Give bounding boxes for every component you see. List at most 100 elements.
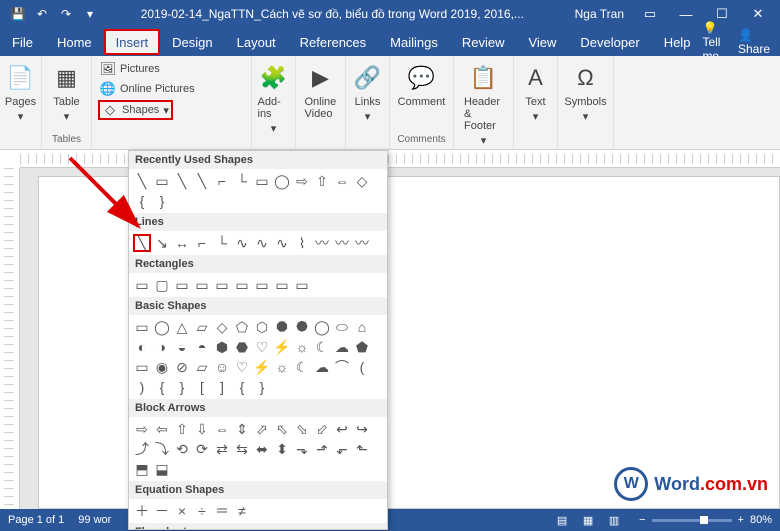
shape-a16[interactable]: ⟳ (193, 440, 211, 458)
online-video-button[interactable]: ▶ Online Video (301, 60, 341, 122)
shape-curve3[interactable]: ∿ (273, 234, 291, 252)
shape-a25[interactable]: ⬒ (133, 460, 151, 478)
shape-b6[interactable]: ⬠ (233, 318, 251, 336)
shape-r1[interactable]: ▭ (133, 276, 151, 294)
shape-a4[interactable]: ⇩ (193, 420, 211, 438)
shape-a6[interactable]: ⇕ (233, 420, 251, 438)
tab-layout[interactable]: Layout (225, 28, 288, 56)
links-button[interactable]: 🔗 Links▾ (348, 60, 388, 125)
shape-b38[interactable]: { (153, 378, 171, 396)
shape-r9[interactable]: ▭ (293, 276, 311, 294)
shape-line-arrow[interactable]: ↘ (153, 234, 171, 252)
shape-a3[interactable]: ⇧ (173, 420, 191, 438)
tab-help[interactable]: Help (652, 28, 703, 56)
shape-b17[interactable]: ⬢ (213, 338, 231, 356)
shape-a13[interactable]: ⤴ (133, 440, 151, 458)
shape-curve2[interactable]: ∿ (253, 234, 271, 252)
shape-b40[interactable]: [ (193, 378, 211, 396)
pages-button[interactable]: 📄 Pages▾ (1, 60, 41, 125)
shape-r3[interactable]: ▭ (173, 276, 191, 294)
shape-curve[interactable]: ∿ (233, 234, 251, 252)
shape-b9[interactable]: ⯄ (293, 318, 311, 336)
shape-rect[interactable]: ▭ (253, 172, 271, 190)
zoom-in-icon[interactable]: + (738, 514, 744, 526)
shape-a8[interactable]: ⬁ (273, 420, 291, 438)
shape-b36[interactable]: ( (353, 358, 371, 376)
share-button[interactable]: 👤 Share (738, 28, 770, 56)
shape-b22[interactable]: ☾ (313, 338, 331, 356)
online-pictures-button[interactable]: 🌐Online Pictures (98, 80, 197, 98)
shape-a7[interactable]: ⬀ (253, 420, 271, 438)
shapes-button[interactable]: ◇Shapes ▾ (98, 100, 173, 120)
shape-arrow-r[interactable]: ⇨ (293, 172, 311, 190)
shape-b15[interactable]: ◒ (173, 338, 191, 356)
shape-b30[interactable]: ♡ (233, 358, 251, 376)
shape-e3[interactable]: × (173, 502, 191, 520)
shape-b24[interactable]: ⬟ (353, 338, 371, 356)
qat-dropdown-icon[interactable]: ▾ (82, 7, 98, 21)
shape-line2[interactable]: ╲ (173, 172, 191, 190)
shape-b20[interactable]: ⚡ (273, 338, 291, 356)
shape-a23[interactable]: ⬐ (333, 440, 351, 458)
shape-a9[interactable]: ⬂ (293, 420, 311, 438)
view-read-icon[interactable]: ▤ (551, 514, 573, 527)
shape-b5[interactable]: ◇ (213, 318, 231, 336)
shape-b41[interactable]: ] (213, 378, 231, 396)
undo-icon[interactable]: ↶ (34, 7, 50, 21)
shape-a18[interactable]: ⇆ (233, 440, 251, 458)
shape-b1[interactable]: ▭ (133, 318, 151, 336)
shape-r7[interactable]: ▭ (253, 276, 271, 294)
tab-references[interactable]: References (288, 28, 378, 56)
shape-e1[interactable]: ＋ (133, 502, 151, 520)
shape-r6[interactable]: ▭ (233, 276, 251, 294)
shape-scribble[interactable]: 〰 (313, 234, 331, 252)
shape-b39[interactable]: } (173, 378, 191, 396)
tab-view[interactable]: View (516, 28, 568, 56)
header-footer-button[interactable]: 📋 Header & Footer▾ (460, 60, 507, 149)
shape-b23[interactable]: ☁ (333, 338, 351, 356)
shape-a2[interactable]: ⇦ (153, 420, 171, 438)
view-print-icon[interactable]: ▦ (577, 514, 599, 527)
tab-design[interactable]: Design (160, 28, 224, 56)
shape-b16[interactable]: ◓ (193, 338, 211, 356)
shape-b29[interactable]: ☺ (213, 358, 231, 376)
shape-a11[interactable]: ↩ (333, 420, 351, 438)
tab-developer[interactable]: Developer (568, 28, 651, 56)
save-icon[interactable]: 💾 (10, 7, 26, 21)
shape-b7[interactable]: ⬡ (253, 318, 271, 336)
zoom-slider[interactable] (652, 519, 732, 522)
shape-b13[interactable]: ◐ (133, 338, 151, 356)
shape-oval[interactable]: ◯ (273, 172, 291, 190)
shape-b37[interactable]: ) (133, 378, 151, 396)
shape-b8[interactable]: ⯃ (273, 318, 291, 336)
shape-r2[interactable]: ▢ (153, 276, 171, 294)
shape-diamond[interactable]: ◇ (353, 172, 371, 190)
shape-a17[interactable]: ⇄ (213, 440, 231, 458)
redo-icon[interactable]: ↷ (58, 7, 74, 21)
ribbon-display-icon[interactable]: ▭ (632, 0, 668, 28)
shape-a5[interactable]: ⇔ (213, 420, 231, 438)
shape-b32[interactable]: ☼ (273, 358, 291, 376)
shape-a22[interactable]: ⬏ (313, 440, 331, 458)
zoom-out-icon[interactable]: − (639, 514, 645, 526)
shape-line-straight[interactable]: ╲ (133, 234, 151, 252)
shape-a15[interactable]: ⟲ (173, 440, 191, 458)
shape-line-double[interactable]: ↔ (173, 234, 191, 252)
table-button[interactable]: ▦ Table▾ (47, 60, 87, 125)
shape-b42[interactable]: { (233, 378, 251, 396)
shape-textbox[interactable]: ▭ (153, 172, 171, 190)
shape-b14[interactable]: ◑ (153, 338, 171, 356)
shape-b25[interactable]: ▭ (133, 358, 151, 376)
shape-e2[interactable]: － (153, 502, 171, 520)
shape-b18[interactable]: ⬣ (233, 338, 251, 356)
shape-elbow[interactable]: ⌐ (193, 234, 211, 252)
shape-b10[interactable]: ◯ (313, 318, 331, 336)
shape-b19[interactable]: ♡ (253, 338, 271, 356)
symbols-button[interactable]: Ω Symbols▾ (560, 60, 610, 125)
shape-b3[interactable]: △ (173, 318, 191, 336)
zoom-level[interactable]: 80% (750, 514, 772, 526)
shape-b43[interactable]: } (253, 378, 271, 396)
shape-r5[interactable]: ▭ (213, 276, 231, 294)
shape-b21[interactable]: ☼ (293, 338, 311, 356)
shape-rbrace[interactable]: } (153, 192, 171, 210)
